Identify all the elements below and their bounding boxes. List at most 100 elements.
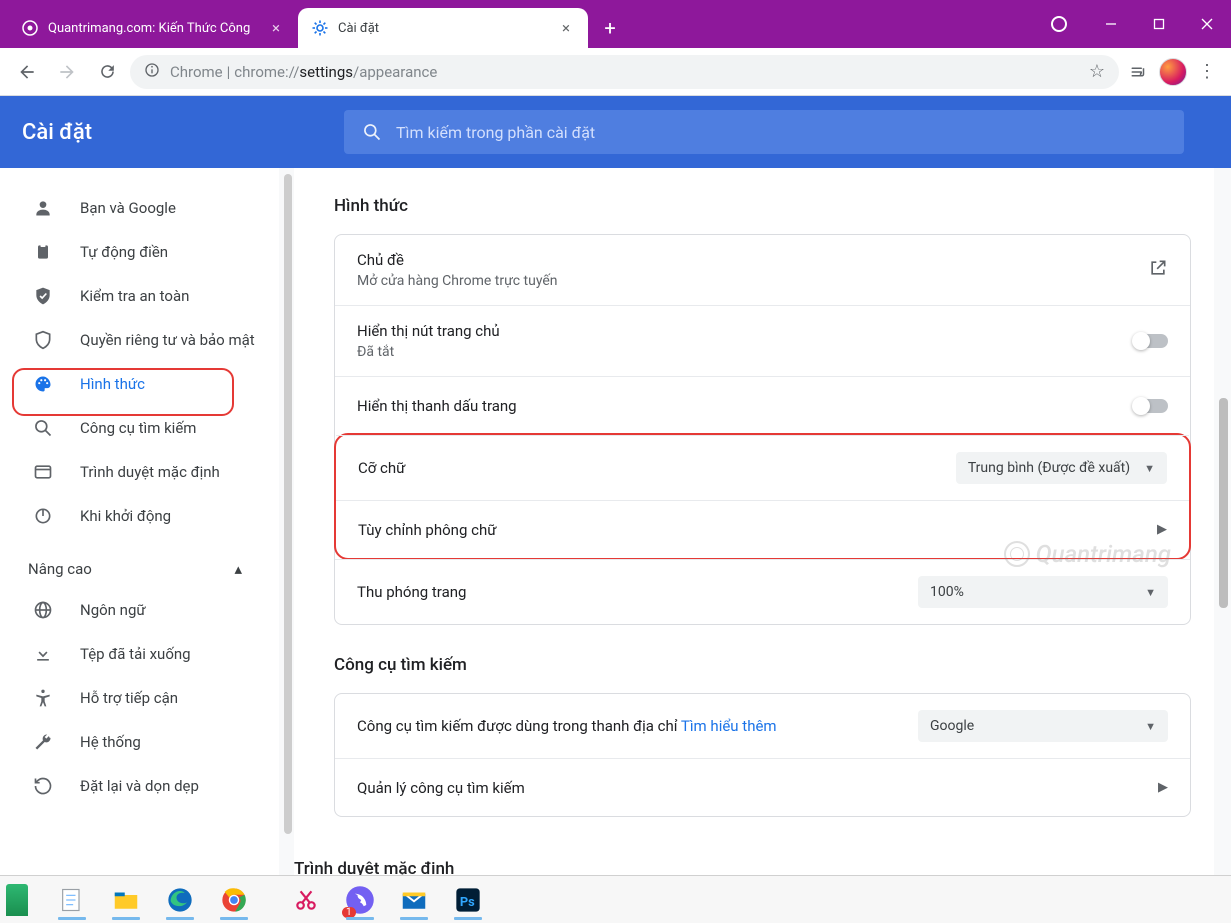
- settings-search-box[interactable]: Tìm kiếm trong phần cài đặt: [344, 110, 1184, 154]
- content-scrollbar[interactable]: [1214, 168, 1231, 875]
- row-manage-search[interactable]: Quản lý công cụ tìm kiếm ▶: [335, 758, 1190, 816]
- sidebar-label: Kiểm tra an toàn: [80, 287, 189, 305]
- taskbar-app-snip[interactable]: [282, 878, 330, 922]
- address-sep: |: [227, 63, 231, 81]
- taskbar-app-edge[interactable]: [156, 878, 204, 922]
- close-window-button[interactable]: [1183, 7, 1231, 41]
- row-bookmarks-bar: Hiển thị thanh dấu trang: [335, 376, 1190, 434]
- sidebar-label: Hệ thống: [80, 733, 141, 751]
- address-bar[interactable]: Chrome | chrome://settings/appearance ☆: [130, 55, 1119, 89]
- reload-button[interactable]: [90, 55, 124, 89]
- appearance-card: Chủ đề Mở cửa hàng Chrome trực tuyến Hiể…: [334, 234, 1191, 625]
- new-tab-button[interactable]: +: [594, 12, 626, 44]
- sidebar-item-you-and-google[interactable]: Bạn và Google: [0, 186, 274, 230]
- taskbar-app-viber[interactable]: 1: [336, 878, 384, 922]
- sidebar-item-on-startup[interactable]: Khi khởi động: [0, 494, 274, 538]
- taskbar-app-explorer[interactable]: [102, 878, 150, 922]
- toggle-bookmarks-bar[interactable]: [1134, 399, 1168, 413]
- select-value: Trung bình (Được đề xuất): [968, 460, 1130, 476]
- row-default-search: Công cụ tìm kiếm được dùng trong thanh đ…: [335, 694, 1190, 758]
- row-customize-fonts[interactable]: Tùy chỉnh phông chữ ▶: [336, 500, 1189, 558]
- bookmark-star-icon[interactable]: ☆: [1089, 61, 1105, 82]
- settings-app-title: Cài đặt: [22, 120, 322, 145]
- settings-sidebar: Bạn và Google Tự động điền Kiểm tra an t…: [0, 168, 294, 875]
- sidebar-label: Bạn và Google: [80, 199, 176, 217]
- sidebar-item-appearance[interactable]: Hình thức: [0, 362, 274, 406]
- zoom-label: Thu phóng trang: [357, 583, 466, 601]
- sidebar-advanced-toggle[interactable]: Nâng cao ▴: [0, 538, 270, 588]
- customize-fonts-label: Tùy chỉnh phông chữ: [358, 521, 497, 539]
- theme-label: Chủ đề: [357, 251, 558, 269]
- sidebar-item-system[interactable]: Hệ thống: [0, 720, 274, 764]
- sidebar-item-downloads[interactable]: Tệp đã tải xuống: [0, 632, 274, 676]
- shield-check-icon: [32, 285, 54, 307]
- address-path: /appearance: [353, 63, 437, 81]
- sidebar-item-languages[interactable]: Ngôn ngữ: [0, 588, 274, 632]
- row-font-size: Cỡ chữ Trung bình (Được đề xuất) ▼: [336, 435, 1189, 500]
- select-value: 100%: [930, 584, 964, 600]
- select-search-engine[interactable]: Google ▼: [918, 710, 1168, 742]
- taskbar-app-mail[interactable]: [390, 878, 438, 922]
- sidebar-item-search-engine[interactable]: Công cụ tìm kiếm: [0, 406, 274, 450]
- maximize-button[interactable]: [1135, 7, 1183, 41]
- address-host: settings: [299, 63, 353, 81]
- taskbar-app-joplin[interactable]: [6, 884, 28, 916]
- close-icon[interactable]: ×: [558, 19, 574, 37]
- select-font-size[interactable]: Trung bình (Được đề xuất) ▼: [956, 452, 1167, 484]
- sidebar-item-accessibility[interactable]: Hỗ trợ tiếp cận: [0, 676, 274, 720]
- select-value: Google: [930, 718, 974, 734]
- learn-more-link[interactable]: Tìm hiểu thêm: [681, 717, 777, 735]
- windows-taskbar: 1 Ps: [0, 875, 1231, 923]
- taskbar-app-notepad[interactable]: [48, 878, 96, 922]
- row-home-button: Hiển thị nút trang chủ Đã tắt: [335, 305, 1190, 376]
- media-control-icon[interactable]: [1125, 63, 1153, 81]
- chevron-up-icon: ▴: [234, 560, 242, 578]
- search-engine-card: Công cụ tìm kiếm được dùng trong thanh đ…: [334, 693, 1191, 817]
- back-button[interactable]: [10, 55, 44, 89]
- accessibility-icon: [32, 687, 54, 709]
- settings-content: Hình thức Chủ đề Mở cửa hàng Chrome trực…: [294, 168, 1231, 875]
- tab-inactive[interactable]: Quantrimang.com: Kiến Thức Công ×: [8, 8, 298, 48]
- address-scheme: chrome://: [234, 63, 299, 81]
- taskbar-app-chrome[interactable]: [210, 878, 258, 922]
- sidebar-scrollbar[interactable]: [279, 168, 294, 875]
- svg-text:Ps: Ps: [460, 894, 475, 909]
- kebab-menu-icon[interactable]: ⋮: [1193, 61, 1221, 82]
- wrench-icon: [32, 731, 54, 753]
- sidebar-label: Tệp đã tải xuống: [80, 645, 191, 663]
- person-icon: [32, 197, 54, 219]
- sidebar-label: Đặt lại và dọn dẹp: [80, 777, 199, 795]
- shield-icon: [32, 329, 54, 351]
- chevron-right-icon: ▶: [1157, 522, 1167, 537]
- chevron-right-icon: ▶: [1158, 780, 1168, 795]
- open-external-icon[interactable]: [1148, 258, 1168, 282]
- sidebar-item-autofill[interactable]: Tự động điền: [0, 230, 274, 274]
- forward-button[interactable]: [50, 55, 84, 89]
- default-search-label: Công cụ tìm kiếm được dùng trong thanh đ…: [357, 717, 777, 735]
- sidebar-item-safety-check[interactable]: Kiểm tra an toàn: [0, 274, 274, 318]
- sidebar-item-default-browser[interactable]: Trình duyệt mặc định: [0, 450, 274, 494]
- highlight-annotation: Cỡ chữ Trung bình (Được đề xuất) ▼ Tùy c…: [334, 433, 1191, 560]
- browser-icon: [32, 461, 54, 483]
- sidebar-label: Trình duyệt mặc định: [80, 463, 220, 481]
- font-size-label: Cỡ chữ: [358, 459, 405, 477]
- sidebar-item-reset[interactable]: Đặt lại và dọn dẹp: [0, 764, 274, 808]
- select-page-zoom[interactable]: 100% ▼: [918, 576, 1168, 608]
- theme-sub: Mở cửa hàng Chrome trực tuyến: [357, 273, 558, 289]
- site-info-icon[interactable]: [144, 62, 160, 82]
- search-icon: [362, 122, 382, 142]
- minimize-button[interactable]: [1087, 7, 1135, 41]
- settings-body: Bạn và Google Tự động điền Kiểm tra an t…: [0, 168, 1231, 875]
- home-sub: Đã tắt: [357, 344, 500, 360]
- taskbar-app-photoshop[interactable]: Ps: [444, 878, 492, 922]
- profile-avatar[interactable]: [1159, 58, 1187, 86]
- manage-search-label: Quản lý công cụ tìm kiếm: [357, 779, 525, 797]
- browser-toolbar: Chrome | chrome://settings/appearance ☆ …: [0, 48, 1231, 96]
- close-icon[interactable]: ×: [268, 19, 284, 37]
- sidebar-label: Quyền riêng tư và bảo mật: [80, 331, 255, 349]
- tracker-icon[interactable]: [1051, 16, 1067, 32]
- toggle-home-button[interactable]: [1134, 334, 1168, 348]
- sidebar-item-privacy[interactable]: Quyền riêng tư và bảo mật: [0, 318, 274, 362]
- tab-active[interactable]: Cài đặt ×: [298, 8, 588, 48]
- row-theme[interactable]: Chủ đề Mở cửa hàng Chrome trực tuyến: [335, 235, 1190, 305]
